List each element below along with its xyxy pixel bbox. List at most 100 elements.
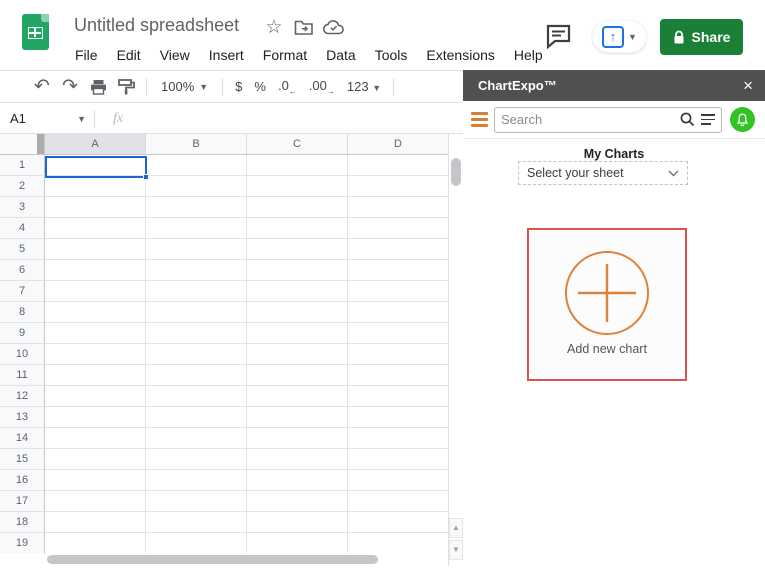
cell-D7[interactable] <box>348 281 449 302</box>
row-header-16[interactable]: 16 <box>0 470 45 491</box>
notification-bell-icon[interactable] <box>730 107 755 132</box>
search-input[interactable] <box>501 112 674 127</box>
decrease-decimal-button[interactable]: .0← <box>272 78 303 96</box>
cell-B10[interactable] <box>146 344 247 365</box>
cell-B8[interactable] <box>146 302 247 323</box>
select-all-corner[interactable] <box>0 134 45 155</box>
cell-B3[interactable] <box>146 197 247 218</box>
zoom-control[interactable]: 100% ▼ <box>153 79 216 94</box>
sheet-select-dropdown[interactable]: Select your sheet <box>518 161 688 185</box>
cell-C2[interactable] <box>247 176 348 197</box>
comment-icon[interactable] <box>544 23 572 49</box>
cell-D19[interactable] <box>348 533 449 554</box>
fill-handle[interactable] <box>143 174 149 180</box>
row-header-3[interactable]: 3 <box>0 197 45 218</box>
share-button[interactable]: Share <box>660 19 743 55</box>
selected-cell-outline[interactable] <box>45 156 149 180</box>
row-header-4[interactable]: 4 <box>0 218 45 239</box>
column-header-B[interactable]: B <box>146 134 247 155</box>
cell-A9[interactable] <box>45 323 146 344</box>
cell-C10[interactable] <box>247 344 348 365</box>
cell-B7[interactable] <box>146 281 247 302</box>
row-header-18[interactable]: 18 <box>0 512 45 533</box>
cell-D1[interactable] <box>348 155 449 176</box>
cell-D13[interactable] <box>348 407 449 428</box>
cell-A8[interactable] <box>45 302 146 323</box>
row-header-10[interactable]: 10 <box>0 344 45 365</box>
cell-C16[interactable] <box>247 470 348 491</box>
cell-B15[interactable] <box>146 449 247 470</box>
cell-D15[interactable] <box>348 449 449 470</box>
cell-D11[interactable] <box>348 365 449 386</box>
row-header-17[interactable]: 17 <box>0 491 45 512</box>
cell-C14[interactable] <box>247 428 348 449</box>
name-box[interactable]: A1 ▼ <box>0 111 86 126</box>
present-button[interactable]: ↑ ▼ <box>592 20 647 53</box>
plus-circle-icon[interactable] <box>562 248 652 338</box>
cell-D12[interactable] <box>348 386 449 407</box>
cell-C1[interactable] <box>247 155 348 176</box>
cell-A2[interactable] <box>45 176 146 197</box>
present-caret-icon[interactable]: ▼ <box>628 32 637 42</box>
cell-A7[interactable] <box>45 281 146 302</box>
cell-D17[interactable] <box>348 491 449 512</box>
undo-icon[interactable]: ↶ <box>28 75 56 98</box>
scroll-up-button[interactable]: ▲ <box>449 518 463 538</box>
cell-B11[interactable] <box>146 365 247 386</box>
paint-format-icon[interactable] <box>112 78 140 95</box>
move-folder-icon[interactable] <box>293 19 315 41</box>
cell-D18[interactable] <box>348 512 449 533</box>
cell-B18[interactable] <box>146 512 247 533</box>
cell-A18[interactable] <box>45 512 146 533</box>
spreadsheet-grid[interactable]: ABCD 1 2 3 4 5 6 7 8 9 10 11 12 13 14 15 16 17 18 19 <box>0 134 463 566</box>
cell-A19[interactable] <box>45 533 146 554</box>
cell-B12[interactable] <box>146 386 247 407</box>
cell-D8[interactable] <box>348 302 449 323</box>
cell-C13[interactable] <box>247 407 348 428</box>
cell-A5[interactable] <box>45 239 146 260</box>
cell-C9[interactable] <box>247 323 348 344</box>
row-header-7[interactable]: 7 <box>0 281 45 302</box>
redo-icon[interactable]: ↷ <box>56 75 84 98</box>
cell-A4[interactable] <box>45 218 146 239</box>
cell-A11[interactable] <box>45 365 146 386</box>
cell-C11[interactable] <box>247 365 348 386</box>
cell-A15[interactable] <box>45 449 146 470</box>
number-format-button[interactable]: 123 ▼ <box>341 79 387 94</box>
cell-D14[interactable] <box>348 428 449 449</box>
cell-B19[interactable] <box>146 533 247 554</box>
cell-A6[interactable] <box>45 260 146 281</box>
row-header-19[interactable]: 19 <box>0 533 45 554</box>
cell-B4[interactable] <box>146 218 247 239</box>
format-percent-button[interactable]: % <box>248 79 272 94</box>
row-header-15[interactable]: 15 <box>0 449 45 470</box>
cell-D2[interactable] <box>348 176 449 197</box>
cell-C19[interactable] <box>247 533 348 554</box>
cell-B16[interactable] <box>146 470 247 491</box>
formula-input[interactable] <box>133 104 463 133</box>
cell-B13[interactable] <box>146 407 247 428</box>
menu-hamburger-icon[interactable] <box>471 112 488 127</box>
cell-D10[interactable] <box>348 344 449 365</box>
cell-C5[interactable] <box>247 239 348 260</box>
row-header-6[interactable]: 6 <box>0 260 45 281</box>
cell-B1[interactable] <box>146 155 247 176</box>
menu-edit[interactable]: Edit <box>116 44 142 66</box>
cell-B14[interactable] <box>146 428 247 449</box>
menu-view[interactable]: View <box>159 44 191 66</box>
menu-insert[interactable]: Insert <box>208 44 245 66</box>
menu-file[interactable]: File <box>74 44 99 66</box>
scroll-down-button[interactable]: ▼ <box>449 540 463 560</box>
cell-B5[interactable] <box>146 239 247 260</box>
vertical-scrollbar-thumb[interactable] <box>451 158 461 186</box>
cell-C4[interactable] <box>247 218 348 239</box>
search-box[interactable] <box>494 106 722 133</box>
row-header-11[interactable]: 11 <box>0 365 45 386</box>
cell-D5[interactable] <box>348 239 449 260</box>
cloud-saved-icon[interactable] <box>323 20 345 42</box>
vertical-scrollbar[interactable]: ▲ ▼ <box>448 134 463 566</box>
cell-A13[interactable] <box>45 407 146 428</box>
cell-D9[interactable] <box>348 323 449 344</box>
cell-C17[interactable] <box>247 491 348 512</box>
row-header-2[interactable]: 2 <box>0 176 45 197</box>
